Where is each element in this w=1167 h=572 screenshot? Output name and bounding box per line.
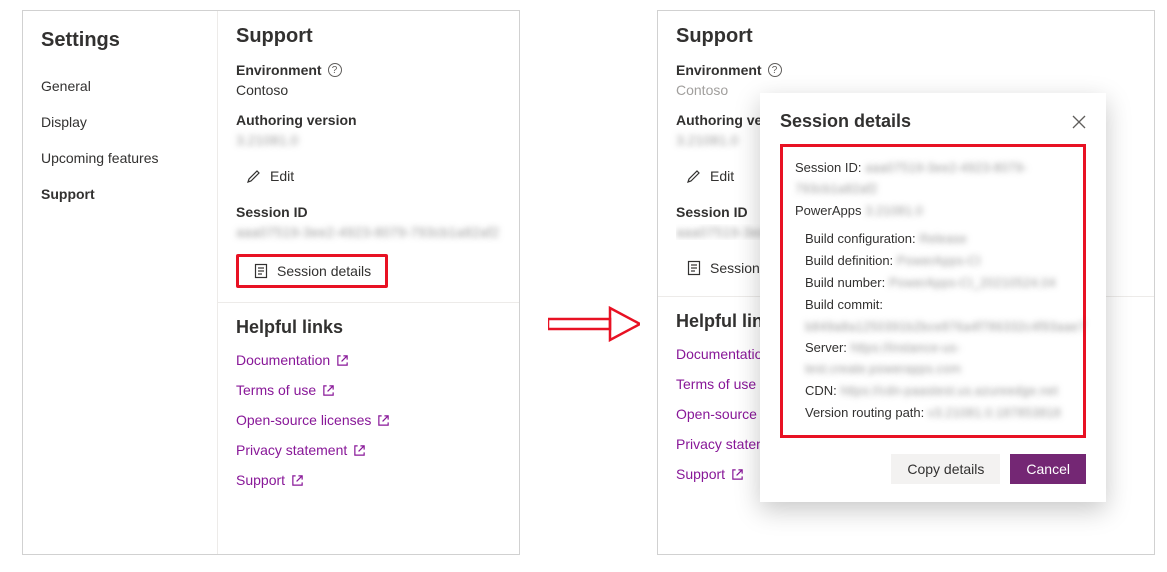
details-icon	[253, 263, 269, 279]
edit-button[interactable]: Edit	[236, 162, 304, 190]
arrow-icon	[548, 306, 640, 342]
environment-label: Environment ?	[236, 62, 501, 78]
details-box: Session ID: aaa07519-3ee2-4923-8079-793c…	[780, 144, 1086, 438]
row-build-def: Build definition: PowerApps-CI	[795, 251, 1071, 272]
row-cdn: CDN: https://cdn-paastest.us.azureedge.n…	[795, 381, 1071, 402]
divider	[218, 302, 519, 303]
support-heading: Support	[236, 25, 501, 48]
pencil-icon	[686, 168, 702, 184]
settings-title: Settings	[23, 23, 217, 68]
info-icon[interactable]: ?	[768, 63, 782, 77]
support-content: Support Environment ? Contoso Authoring …	[218, 11, 519, 554]
external-link-icon	[353, 444, 366, 457]
session-id-value: aaa07519-3ee2-4923-8079-793cb1a82af2	[676, 224, 766, 240]
sidebar-item-general[interactable]: General	[23, 68, 217, 104]
external-link-icon	[731, 468, 744, 481]
close-icon[interactable]	[1072, 115, 1086, 129]
edit-button[interactable]: Edit	[676, 162, 744, 190]
details-icon	[686, 260, 702, 276]
dialog-header: Session details	[780, 111, 1086, 132]
link-privacy[interactable]: Privacy statement	[236, 442, 501, 458]
row-vrp: Version routing path: v3.21081.0.1878538…	[795, 403, 1071, 424]
external-link-icon	[377, 414, 390, 427]
copy-details-button[interactable]: Copy details	[891, 454, 1000, 484]
external-link-icon	[291, 474, 304, 487]
info-icon[interactable]: ?	[328, 63, 342, 77]
sidebar-item-display[interactable]: Display	[23, 104, 217, 140]
dialog-title: Session details	[780, 111, 911, 132]
pencil-icon	[246, 168, 262, 184]
row-powerapps: PowerApps 3.21081.0	[795, 201, 1071, 222]
authoring-value: 3.21081.0	[236, 132, 501, 148]
row-build-num: Build number: PowerApps-CI_20210524.04	[795, 273, 1071, 294]
row-session-id: Session ID: aaa07519-3ee2-4923-8079-793c…	[795, 158, 1071, 200]
authoring-label: Authoring version	[676, 112, 766, 128]
authoring-label: Authoring version	[236, 112, 501, 128]
session-details-highlight: Session details	[236, 254, 388, 288]
helpful-links-heading: Helpful links	[236, 317, 501, 338]
link-terms[interactable]: Terms of use	[236, 382, 501, 398]
external-link-icon	[322, 384, 335, 397]
session-details-dialog: Session details Session ID: aaa07519-3ee…	[760, 93, 1106, 502]
support-heading: Support	[676, 25, 1136, 48]
arrow-annotation	[548, 306, 640, 342]
link-documentation[interactable]: Documentation	[236, 352, 501, 368]
row-build-commit-v: b849a8a1250391b2bce876a4f786332c4f93aae7	[795, 317, 1071, 338]
settings-sidebar: Settings General Display Upcoming featur…	[23, 11, 218, 554]
cancel-button[interactable]: Cancel	[1010, 454, 1086, 484]
link-opensource[interactable]: Open-source licenses	[236, 412, 501, 428]
row-server: Server: https://instance-us-test.create.…	[795, 338, 1071, 380]
settings-panel-before: Settings General Display Upcoming featur…	[22, 10, 520, 555]
row-build-cfg: Build configuration: Release	[795, 229, 1071, 250]
session-details-button[interactable]: Session details	[239, 257, 385, 285]
environment-value: Contoso	[236, 82, 501, 98]
link-support[interactable]: Support	[236, 472, 501, 488]
sidebar-item-upcoming[interactable]: Upcoming features	[23, 140, 217, 176]
environment-label: Environment ?	[676, 62, 1136, 78]
row-build-commit: Build commit:	[795, 295, 1071, 316]
sidebar-item-support[interactable]: Support	[23, 176, 217, 212]
session-id-label: Session ID	[236, 204, 501, 220]
session-id-value: aaa07519-3ee2-4923-8079-793cb1a82af2	[236, 224, 501, 240]
external-link-icon	[336, 354, 349, 367]
dialog-buttons: Copy details Cancel	[780, 454, 1086, 484]
helpful-links-heading: Helpful links	[676, 311, 766, 332]
